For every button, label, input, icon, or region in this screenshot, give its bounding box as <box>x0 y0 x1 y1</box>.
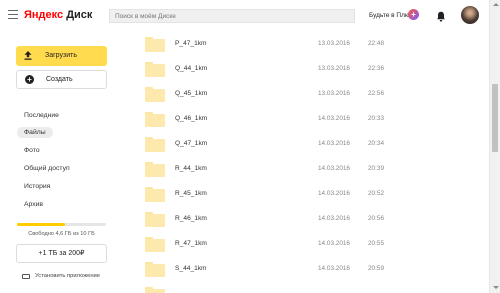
file-name: Q_44_1km <box>175 65 208 72</box>
upload-button[interactable]: Загрузить <box>16 46 107 66</box>
sidebar-item-archive[interactable]: Архив <box>17 199 50 210</box>
file-row[interactable]: Q_47_1km 14.03.2016 20:34 <box>125 132 465 157</box>
file-row[interactable]: Q_46_1km 14.03.2016 20:33 <box>125 107 465 132</box>
folder-icon <box>145 37 165 52</box>
folder-icon <box>145 287 165 293</box>
file-time: 22:36 <box>368 65 384 72</box>
storage-progress-bar <box>17 223 106 226</box>
sidebar-item-history[interactable]: История <box>17 181 57 192</box>
file-time: 22:56 <box>368 90 384 97</box>
file-date: 13.03.2016 <box>318 65 350 72</box>
folder-icon <box>145 87 165 102</box>
file-name: P_47_1km <box>175 40 207 47</box>
user-avatar[interactable] <box>461 6 479 24</box>
folder-icon <box>145 262 165 277</box>
folder-icon <box>145 187 165 202</box>
file-date: 14.03.2016 <box>318 140 350 147</box>
file-date: 14.03.2016 <box>318 215 350 222</box>
file-time: 20:33 <box>368 115 384 122</box>
buy-space-button[interactable]: +1 ТБ за 200₽ <box>16 244 107 263</box>
hamburger-menu-icon[interactable] <box>8 10 18 19</box>
file-row[interactable] <box>125 282 465 293</box>
folder-icon <box>145 162 165 177</box>
file-row[interactable]: R_44_1km 14.03.2016 20:39 <box>125 157 465 182</box>
upload-label: Загрузить <box>45 52 77 59</box>
file-time: 20:34 <box>368 140 384 147</box>
plus-circle-icon: + <box>25 75 34 84</box>
folder-icon <box>145 112 165 127</box>
scroll-down-arrow-icon[interactable] <box>493 286 499 289</box>
file-name: S_44_1km <box>175 265 207 272</box>
file-time: 20:56 <box>368 215 384 222</box>
folder-icon <box>145 237 165 252</box>
file-date: 13.03.2016 <box>318 40 350 47</box>
scroll-up-arrow-icon[interactable] <box>493 3 499 6</box>
file-time: 20:59 <box>368 265 384 272</box>
file-time: 20:39 <box>368 165 384 172</box>
file-name: Q_45_1km <box>175 90 208 97</box>
scrollbar[interactable] <box>489 0 500 293</box>
sidebar-item-shared[interactable]: Общий доступ <box>17 163 77 174</box>
file-row[interactable]: Q_44_1km 13.03.2016 22:36 <box>125 57 465 82</box>
install-app-label: Установить приложение <box>35 273 101 279</box>
file-name: R_46_1km <box>175 215 207 222</box>
install-app-link[interactable]: Установить приложение <box>22 273 100 279</box>
search-box[interactable] <box>109 9 355 23</box>
sidebar-item-files[interactable]: Файлы <box>17 127 53 138</box>
file-time: 20:52 <box>368 190 384 197</box>
file-row[interactable]: R_47_1km 14.03.2016 20:55 <box>125 232 465 257</box>
file-time: 20:55 <box>368 240 384 247</box>
file-date: 14.03.2016 <box>318 115 350 122</box>
file-name: Q_46_1km <box>175 115 208 122</box>
search-input[interactable] <box>110 10 354 22</box>
folder-icon <box>145 62 165 77</box>
file-row[interactable]: Q_45_1km 13.03.2016 22:56 <box>125 82 465 107</box>
file-row[interactable]: R_45_1km 14.03.2016 20:52 <box>125 182 465 207</box>
sidebar-item-recent[interactable]: Последние <box>17 110 66 121</box>
sidebar-item-photo[interactable]: Фото <box>17 145 47 156</box>
scrollbar-thumb[interactable] <box>492 84 498 152</box>
file-name: Q_47_1km <box>175 140 208 147</box>
file-date: 14.03.2016 <box>318 240 350 247</box>
file-name: R_47_1km <box>175 240 207 247</box>
file-list: P_47_1km 13.03.2016 22:48 Q_44_1km 13.03… <box>125 32 465 293</box>
file-date: 14.03.2016 <box>318 265 350 272</box>
file-row[interactable]: P_47_1km 13.03.2016 22:48 <box>125 32 465 57</box>
create-label: Создать <box>46 76 73 83</box>
file-date: 14.03.2016 <box>318 190 350 197</box>
logo[interactable]: Яндекс Диск <box>24 9 92 21</box>
laptop-icon <box>22 274 30 279</box>
create-button[interactable]: + Создать <box>16 70 107 89</box>
header: Яндекс Диск Будьте в Плюсе + <box>0 0 500 32</box>
file-date: 14.03.2016 <box>318 165 350 172</box>
file-name: R_44_1km <box>175 165 207 172</box>
storage-progress-fill <box>17 223 66 226</box>
plus-badge-icon[interactable]: + <box>408 9 419 20</box>
file-date: 13.03.2016 <box>318 90 350 97</box>
file-name: R_45_1km <box>175 190 207 197</box>
folder-icon <box>145 137 165 152</box>
bell-icon[interactable] <box>436 11 446 22</box>
sidebar: Загрузить + Создать Последние Файлы Фото… <box>0 32 116 293</box>
file-row[interactable]: R_46_1km 14.03.2016 20:56 <box>125 207 465 232</box>
storage-text: Свободно 4,6 ГБ из 10 ГБ <box>28 231 95 237</box>
file-time: 22:48 <box>368 40 384 47</box>
file-row[interactable]: S_44_1km 14.03.2016 20:59 <box>125 257 465 282</box>
folder-icon <box>145 212 165 227</box>
upload-icon <box>24 51 32 60</box>
